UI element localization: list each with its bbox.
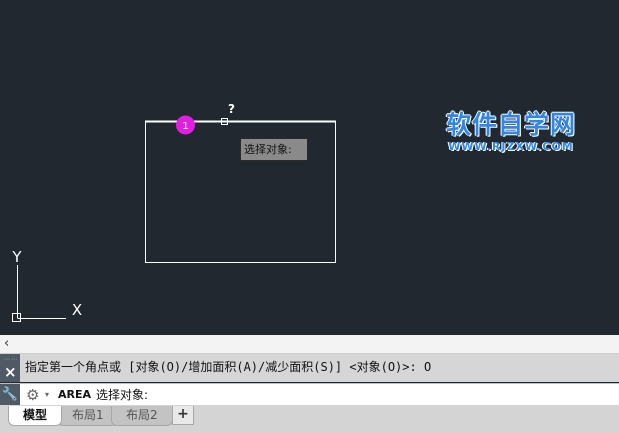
wrench-icon[interactable]: 🔧 <box>0 384 20 406</box>
active-command-name: AREA <box>58 388 92 401</box>
watermark-title: 软件自学网 <box>445 110 576 139</box>
chevron-down-icon[interactable]: ▾ <box>45 387 49 403</box>
ucs-x-label: X <box>72 301 82 319</box>
tab-layout2[interactable]: 布局2 <box>111 406 173 426</box>
ucs-y-label: Y <box>11 248 22 266</box>
ucs-icon: Y X <box>11 248 82 322</box>
drawing-area-svg[interactable]: ? 1 Y X <box>0 0 619 335</box>
add-layout-button[interactable]: + <box>172 406 194 425</box>
close-icon[interactable]: × <box>4 364 17 380</box>
command-history-toggle-row[interactable]: ‹ <box>0 335 619 354</box>
layout-tab-bar: 模型 布局1 布局2 + <box>0 405 619 433</box>
chevron-left-icon[interactable]: ‹ <box>4 335 9 352</box>
watermark-logo: 软件自学网 WWW.RJZXW.COM <box>436 110 586 153</box>
cursor-question-mark: ? <box>228 102 235 116</box>
tab-model[interactable]: 模型 <box>8 406 63 426</box>
command-input-row[interactable]: 🔧 ⚙ ▾ AREA 选择对象: <box>0 383 619 406</box>
command-prompt[interactable]: 选择对象: <box>96 387 148 403</box>
command-history: ⋯⋯ × 指定第一个角点或 [对象(O)/增加面积(A)/减少面积(S)] <对… <box>0 354 619 382</box>
watermark-url: WWW.RJZXW.COM <box>448 140 574 153</box>
selection-tooltip: 选择对象: <box>240 138 308 161</box>
gear-icon[interactable]: ⚙ <box>26 385 39 405</box>
drawing-canvas[interactable]: ? 1 Y X 选择对象: 软件自学网 WWW.RJZXW.COM <box>0 0 619 335</box>
command-line-grip[interactable]: ⋯⋯ × <box>0 354 20 382</box>
tab-layout1[interactable]: 布局1 <box>57 406 119 426</box>
step-marker-number: 1 <box>182 121 188 132</box>
command-history-text: 指定第一个角点或 [对象(O)/增加面积(A)/减少面积(S)] <对象(O)>… <box>25 360 432 374</box>
